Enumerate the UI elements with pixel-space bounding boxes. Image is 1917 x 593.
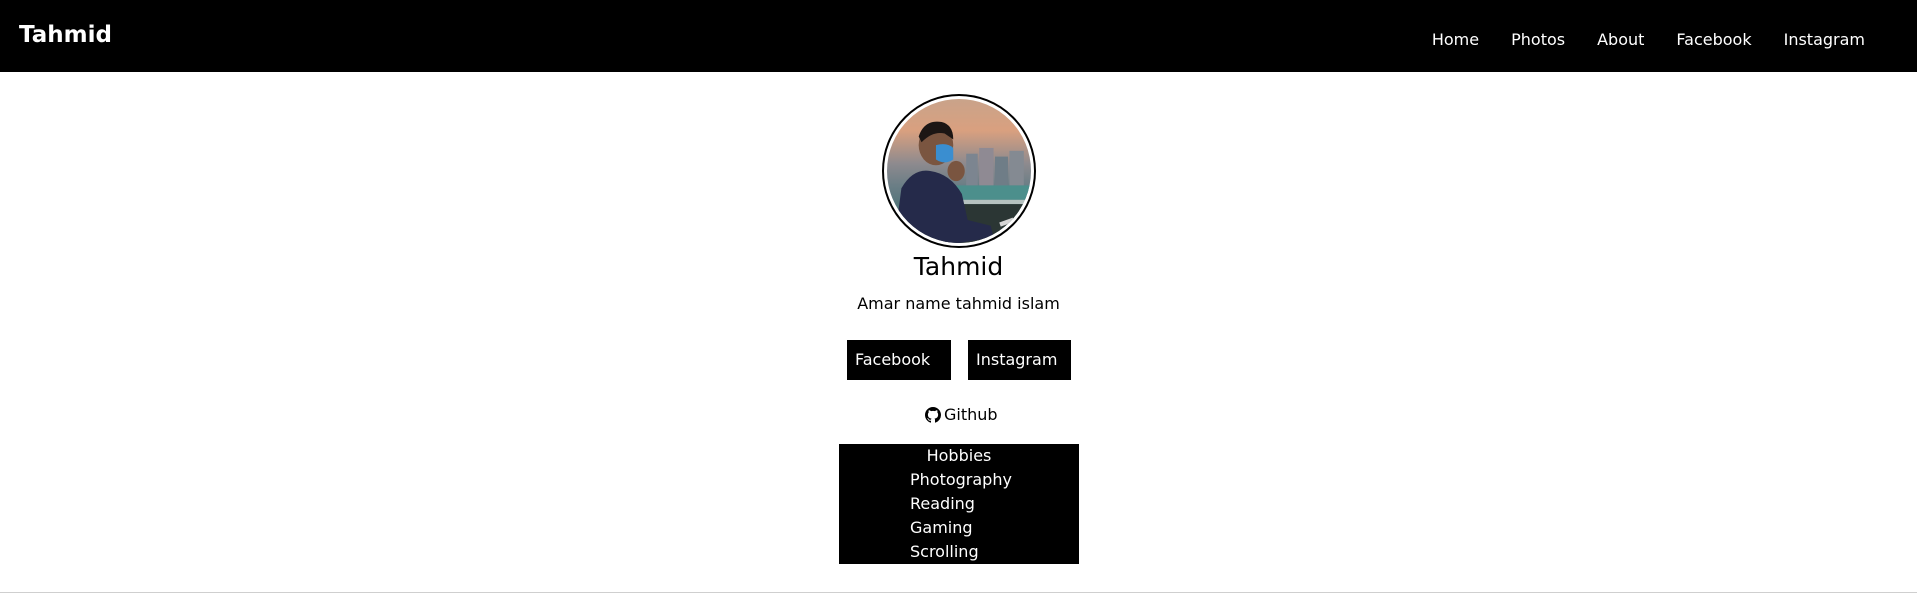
nav-link-facebook[interactable]: Facebook — [1676, 29, 1751, 51]
github-link[interactable]: Github — [925, 405, 998, 424]
github-label: Github — [944, 405, 998, 424]
hobby-item: Reading — [910, 494, 975, 513]
profile-photo — [887, 99, 1031, 243]
profile-bio: Amar name tahmid islam — [857, 294, 1060, 313]
nav-link-instagram[interactable]: Instagram — [1784, 29, 1865, 51]
hobby-item: Scrolling — [910, 542, 979, 561]
hobbies-list: Photography Reading Gaming Scrolling — [839, 468, 1079, 564]
profile-avatar — [882, 94, 1036, 248]
nav-link-photos[interactable]: Photos — [1511, 29, 1565, 51]
brand-link[interactable]: Tahmid — [19, 22, 112, 48]
profile-name: Tahmid — [913, 252, 1004, 281]
facebook-button[interactable]: Facebook — [847, 340, 951, 380]
nav-link-about[interactable]: About — [1597, 29, 1644, 51]
profile-photo-illustration — [894, 121, 1031, 243]
hobbies-box: Hobbies Photography Reading Gaming Scrol… — [839, 444, 1079, 564]
instagram-button[interactable]: Instagram — [968, 340, 1071, 380]
hobby-item: Photography — [910, 470, 1012, 489]
hobbies-title: Hobbies — [926, 446, 992, 465]
nav-links: Home Photos About Facebook Instagram — [1432, 29, 1865, 51]
hobby-item: Gaming — [910, 518, 973, 537]
github-icon — [925, 406, 941, 423]
nav-link-home[interactable]: Home — [1432, 29, 1479, 51]
top-navbar: Tahmid Home Photos About Facebook Instag… — [0, 0, 1917, 72]
